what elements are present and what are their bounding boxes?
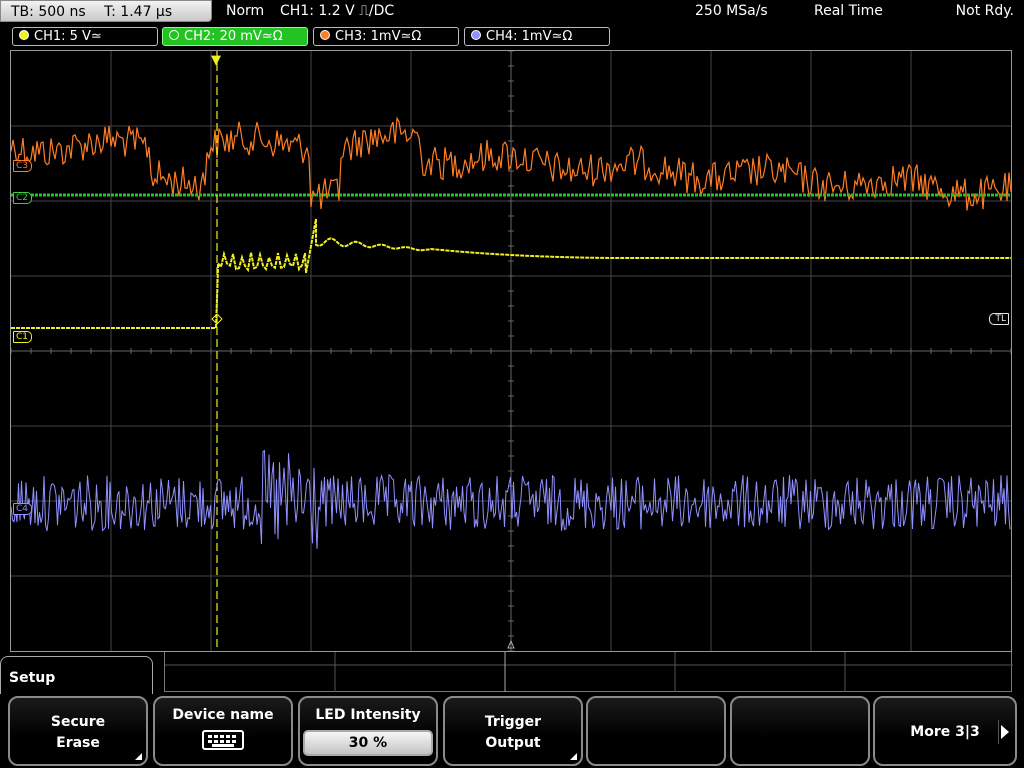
- zoom-strip-grid: [165, 652, 1013, 692]
- zoom-strip: [164, 652, 1013, 692]
- ch4-dot-icon: [471, 30, 481, 40]
- trigger-output-label-2: Output: [485, 735, 541, 751]
- channel-tab-ch3[interactable]: CH3: 1mV≃Ω: [313, 27, 459, 46]
- secure-erase-label-2: Erase: [56, 735, 100, 751]
- more-separator: [998, 720, 999, 744]
- trigger-mode[interactable]: Norm: [226, 3, 264, 19]
- submenu-corner-icon: [135, 753, 142, 760]
- sample-rate: 250 MSa/s: [695, 3, 768, 19]
- trigger-output-label-1: Trigger: [484, 714, 542, 730]
- ch4-label: CH4: 1mV≃Ω: [486, 29, 573, 44]
- device-name-button[interactable]: Device name: [153, 696, 293, 766]
- trigger-level-marker[interactable]: TL: [989, 313, 1009, 325]
- trigger-output-button[interactable]: Trigger Output: [443, 696, 583, 766]
- ch1-label: CH1: 5 V≃: [34, 29, 102, 44]
- ch2-dot-icon: [169, 30, 179, 40]
- more-label: More 3|3: [910, 724, 980, 740]
- secure-erase-label-1: Secure: [50, 714, 106, 730]
- waveform-display[interactable]: ▼ C3 C2 C1 C4 TL: [10, 50, 1012, 652]
- trigger-setting[interactable]: CH1: 1.2 V ⎍/DC: [280, 3, 394, 19]
- acquisition-status: Not Rdy.: [955, 3, 1014, 19]
- ch1-offset-marker[interactable]: C1: [13, 331, 33, 343]
- led-intensity-button[interactable]: LED Intensity 30 %: [298, 696, 438, 766]
- ch1-dot-icon: [19, 30, 29, 40]
- timebase-box[interactable]: TB: 500 ns T: 1.47 µs: [0, 0, 212, 22]
- softkey-empty-6[interactable]: [730, 696, 870, 766]
- timebase-value: TB: 500 ns: [11, 4, 86, 20]
- ch4-offset-marker[interactable]: C4: [13, 503, 33, 515]
- status-bar: TB: 500 ns T: 1.47 µs Norm CH1: 1.2 V ⎍/…: [0, 0, 1024, 24]
- menu-title: Setup: [0, 656, 153, 696]
- submenu-corner-icon: [570, 753, 577, 760]
- softkey-empty-5[interactable]: [586, 696, 726, 766]
- ch3-offset-marker[interactable]: C3: [13, 160, 33, 172]
- led-intensity-label: LED Intensity: [315, 707, 421, 723]
- waveform-canvas: [11, 51, 1011, 651]
- trigger-position-icon[interactable]: ▼: [211, 54, 221, 67]
- ch3-label: CH3: 1mV≃Ω: [335, 29, 422, 44]
- channel-tab-ch4[interactable]: CH4: 1mV≃Ω: [464, 27, 610, 46]
- ch2-label: CH2: 20 mV≃Ω: [184, 29, 283, 44]
- device-name-label: Device name: [172, 707, 274, 723]
- more-button[interactable]: More 3|3: [873, 696, 1017, 766]
- secure-erase-button[interactable]: Secure Erase: [8, 696, 148, 766]
- channel-tab-ch2[interactable]: CH2: 20 mV≃Ω: [162, 27, 308, 46]
- arrow-right-icon: [1001, 725, 1009, 739]
- trigger-time-value: T: 1.47 µs: [104, 4, 173, 20]
- channel-tab-ch1[interactable]: CH1: 5 V≃: [12, 27, 158, 46]
- ch3-dot-icon: [320, 30, 330, 40]
- keyboard-icon: [202, 730, 244, 750]
- acquisition-mode: Real Time: [814, 3, 883, 19]
- ch2-offset-marker[interactable]: C2: [13, 192, 33, 204]
- led-intensity-value[interactable]: 30 %: [303, 730, 433, 756]
